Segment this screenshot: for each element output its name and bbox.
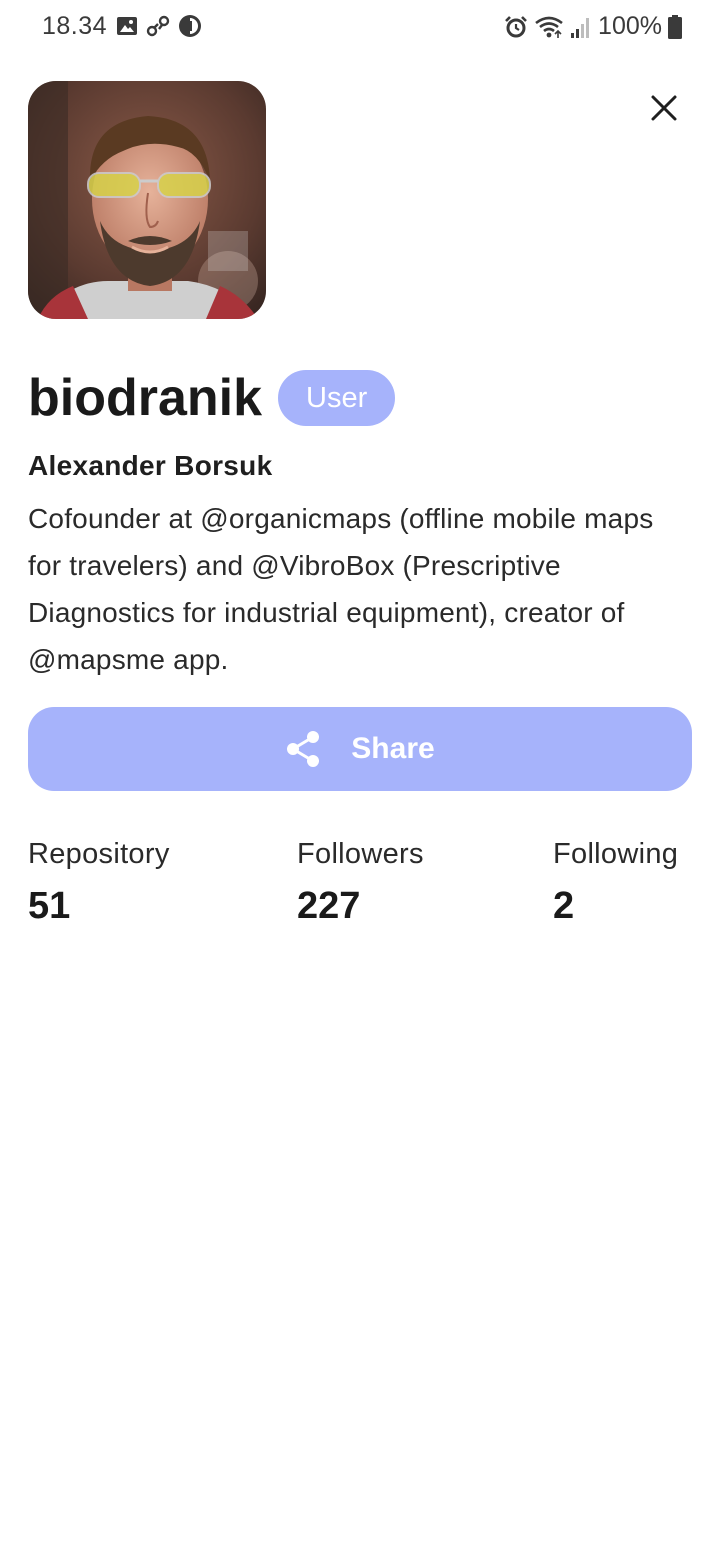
wifi-icon [535,16,563,38]
role-badge: User [278,370,396,426]
avatar-image [28,81,266,319]
stat-label: Following [553,838,679,870]
status-right-icons: 100% [504,12,682,41]
status-left-icons [116,14,202,38]
stat-value: 227 [297,885,361,927]
full-name: Alexander Borsuk [28,450,273,481]
close-button[interactable] [644,88,684,128]
signal-icon [571,17,590,38]
stat-repository[interactable]: Repository 51 [28,838,170,928]
stat-label: Repository [28,838,170,870]
bio: Cofounder at @organicmaps (offline mobil… [28,503,654,675]
share-button[interactable]: Share [28,707,692,791]
stat-followers[interactable]: Followers 227 [297,838,424,928]
share-label: Share [351,732,435,765]
avatar [28,81,266,319]
close-icon [651,95,677,121]
data-saver-icon [179,15,201,37]
stat-value: 51 [28,885,71,927]
image-icon [117,17,137,35]
share-icon [287,731,320,767]
username-row: biodranik User [28,366,396,430]
status-bar: 18.34 100% [0,0,720,54]
alarm-icon [505,15,527,37]
status-time: 18.34 [42,12,108,40]
stat-label: Followers [297,838,424,870]
username: biodranik [28,369,263,427]
link-icon [146,15,170,37]
battery-percentage: 100% [598,12,662,40]
stat-value: 2 [553,885,575,927]
battery-icon [668,14,682,39]
stat-following[interactable]: Following 2 [553,838,678,928]
